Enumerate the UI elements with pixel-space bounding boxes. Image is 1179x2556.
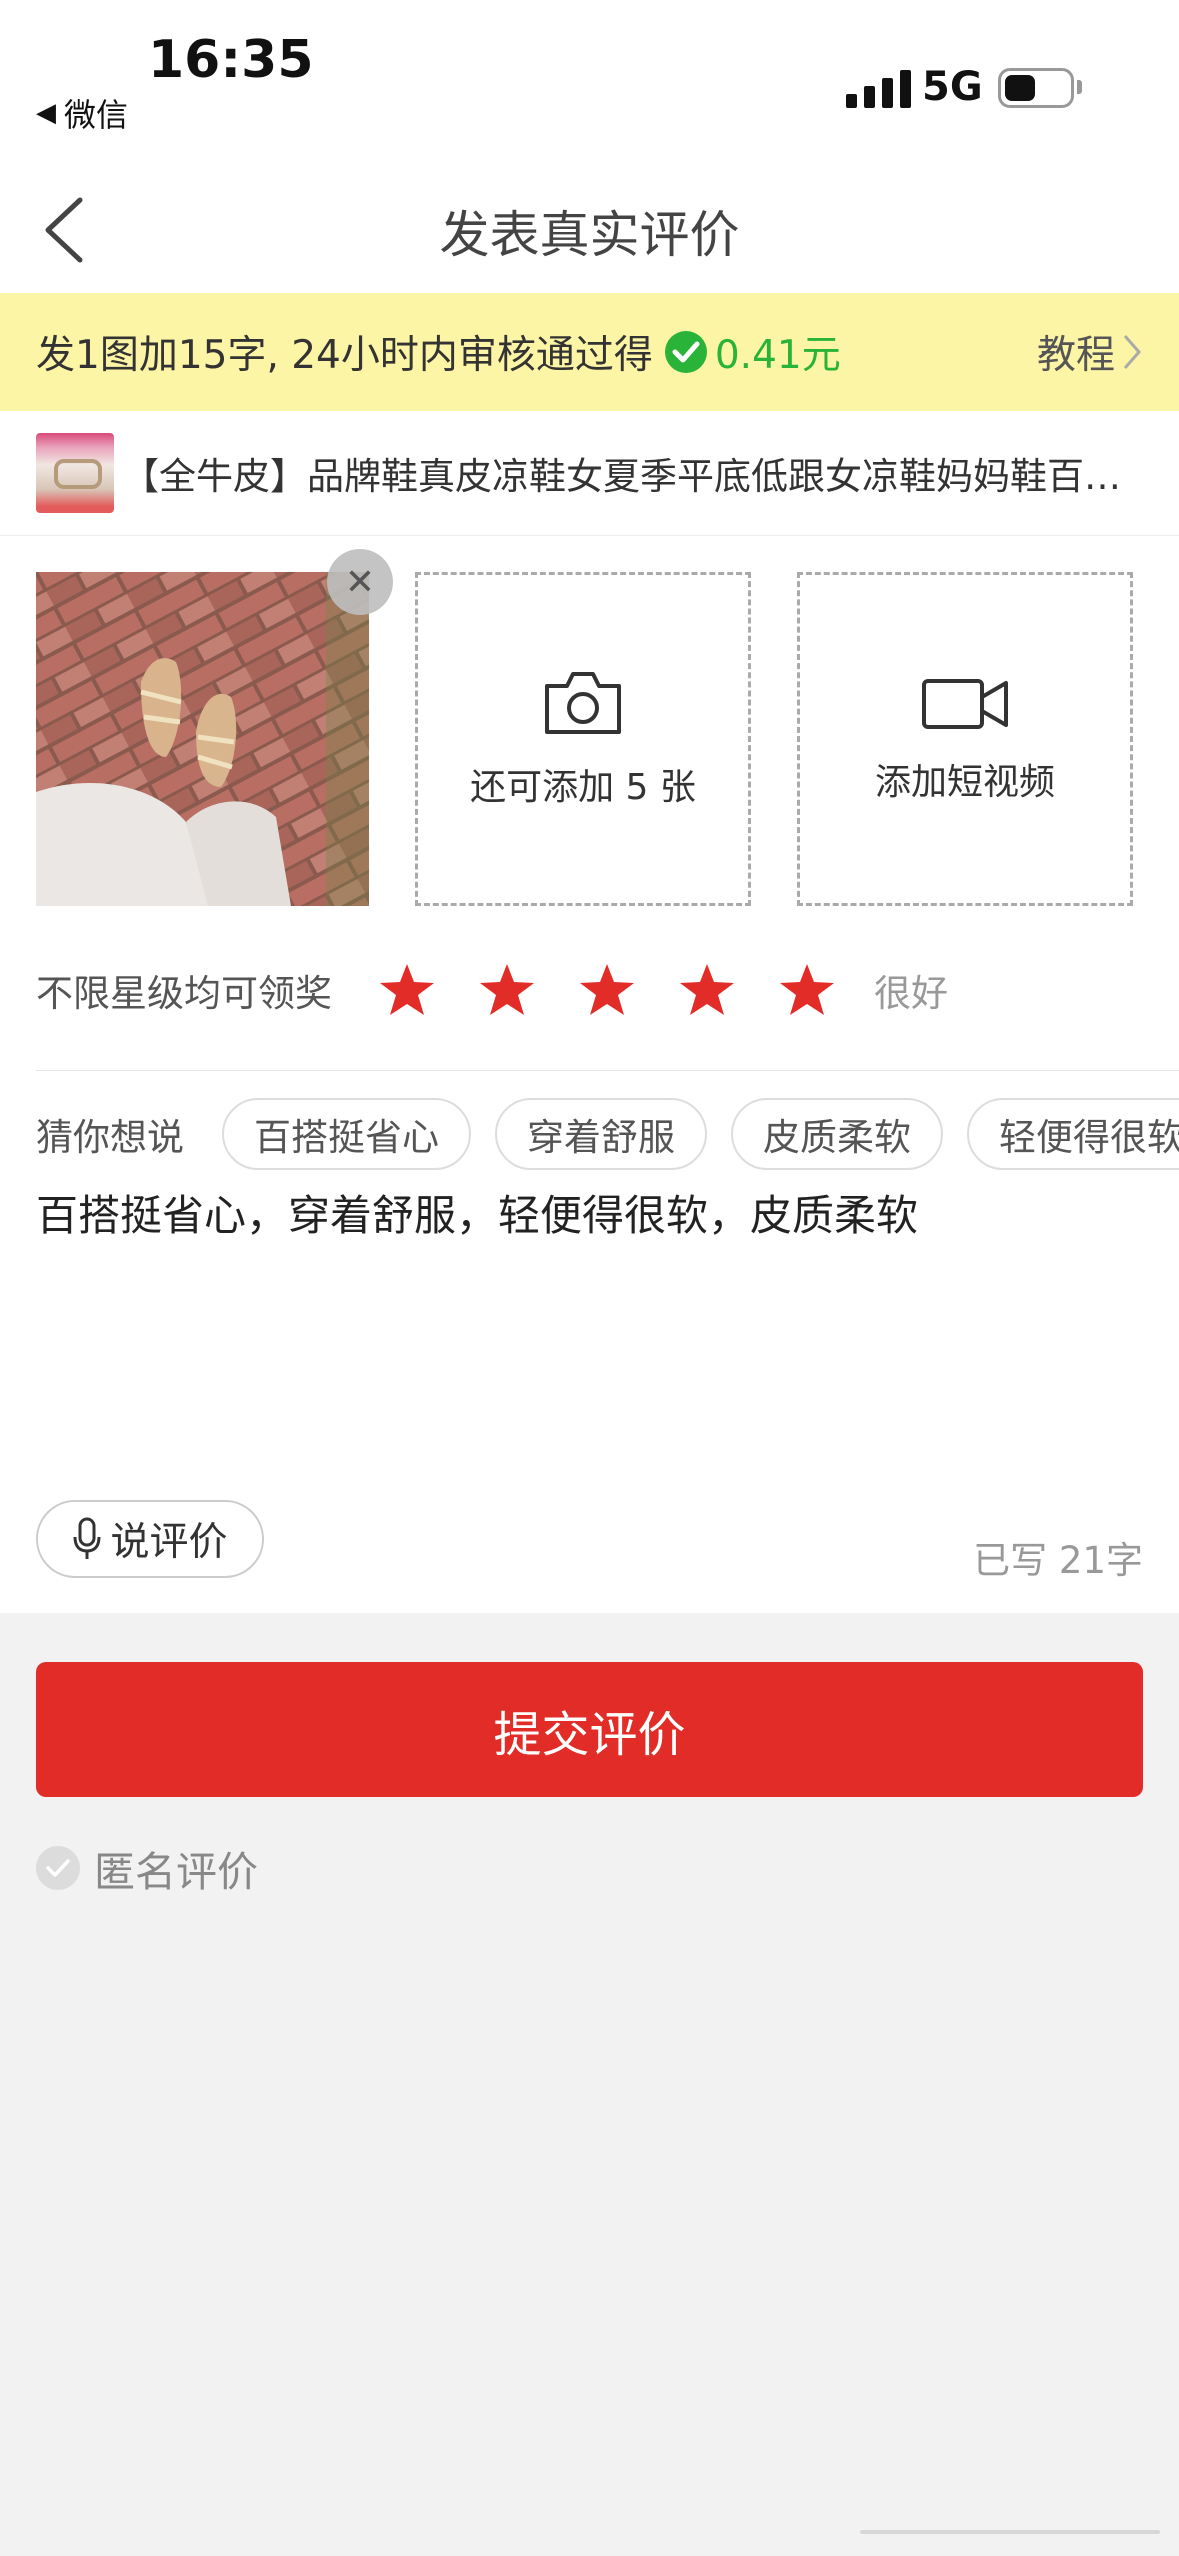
back-to-app[interactable]: ◀ 微信	[36, 90, 128, 136]
rating-text: 很好	[874, 972, 948, 1015]
network-label: 5G	[922, 64, 983, 110]
anonymous-label: 匿名评价	[94, 1848, 258, 1896]
tutorial-label: 教程	[1036, 333, 1115, 378]
remove-photo-button[interactable]: ✕	[327, 549, 393, 615]
check-icon	[36, 1846, 80, 1890]
home-indicator	[860, 2530, 1160, 2534]
photo-image	[36, 572, 369, 906]
chevron-left-icon	[45, 197, 83, 263]
add-photo-label: 还可添加 5 张	[470, 767, 696, 808]
back-button[interactable]	[40, 195, 100, 265]
suggestion-chip[interactable]: 百搭挺省心	[222, 1098, 471, 1170]
tutorial-link[interactable]: 教程	[1037, 293, 1143, 411]
video-camera-icon	[922, 679, 1008, 729]
back-app-label: 微信	[64, 96, 129, 134]
star-icon[interactable]	[678, 962, 736, 1018]
review-textarea[interactable]: 百搭挺省心，穿着舒服，轻便得很软，皮质柔软	[36, 1182, 918, 1243]
suggestion-chip[interactable]: 皮质柔软	[731, 1098, 943, 1170]
star-rating[interactable]	[378, 962, 836, 1018]
suggestion-row: 猜你想说 百搭挺省心 穿着舒服 皮质柔软 轻便得很软	[36, 1098, 1179, 1170]
divider	[36, 1070, 1179, 1071]
reward-banner: 发1图加15字, 24小时内审核通过得 0.41元 教程	[0, 293, 1179, 411]
suggestion-chip[interactable]: 穿着舒服	[495, 1098, 707, 1170]
word-count: 已写 21字	[973, 1539, 1143, 1582]
rating-label: 不限星级均可领奖	[36, 972, 332, 1015]
product-row[interactable]: 【全牛皮】品牌鞋真皮凉鞋女夏季平底低跟女凉鞋妈妈鞋百…	[0, 411, 1179, 536]
page-title: 发表真实评价	[439, 206, 740, 264]
submit-review-button[interactable]: 提交评价	[36, 1662, 1143, 1797]
microphone-icon	[73, 1517, 101, 1559]
star-icon[interactable]	[778, 962, 836, 1018]
chevron-right-icon	[1123, 335, 1141, 369]
anonymous-toggle[interactable]: 匿名评价	[36, 1838, 258, 1898]
star-icon[interactable]	[378, 962, 436, 1018]
uploaded-photo[interactable]	[36, 572, 369, 906]
suggestion-chip[interactable]: 轻便得很软	[967, 1098, 1179, 1170]
status-time: 16:35	[148, 30, 314, 90]
back-triangle-icon: ◀	[36, 98, 56, 128]
camera-icon	[545, 672, 621, 734]
add-photo-button[interactable]: 还可添加 5 张	[415, 572, 751, 906]
battery-cap	[1077, 80, 1082, 94]
star-icon[interactable]	[578, 962, 636, 1018]
product-title: 【全牛皮】品牌鞋真皮凉鞋女夏季平底低跟女凉鞋妈妈鞋百…	[122, 455, 1121, 498]
wechat-icon	[664, 331, 707, 373]
add-video-button[interactable]: 添加短视频	[797, 572, 1133, 906]
banner-text: 发1图加15字, 24小时内审核通过得	[36, 333, 653, 378]
star-icon[interactable]	[478, 962, 536, 1018]
rating-row: 不限星级均可领奖 很好	[36, 950, 948, 1030]
suggestion-label: 猜你想说	[36, 1116, 184, 1159]
product-thumbnail	[36, 433, 114, 513]
reward-amount: 0.41元	[714, 333, 841, 378]
add-video-label: 添加短视频	[874, 762, 1055, 803]
signal-icon	[846, 68, 911, 108]
close-icon: ✕	[344, 561, 376, 603]
voice-review-button[interactable]: 说评价	[36, 1500, 264, 1578]
voice-review-label: 说评价	[110, 1520, 228, 1565]
battery-icon	[998, 68, 1074, 108]
